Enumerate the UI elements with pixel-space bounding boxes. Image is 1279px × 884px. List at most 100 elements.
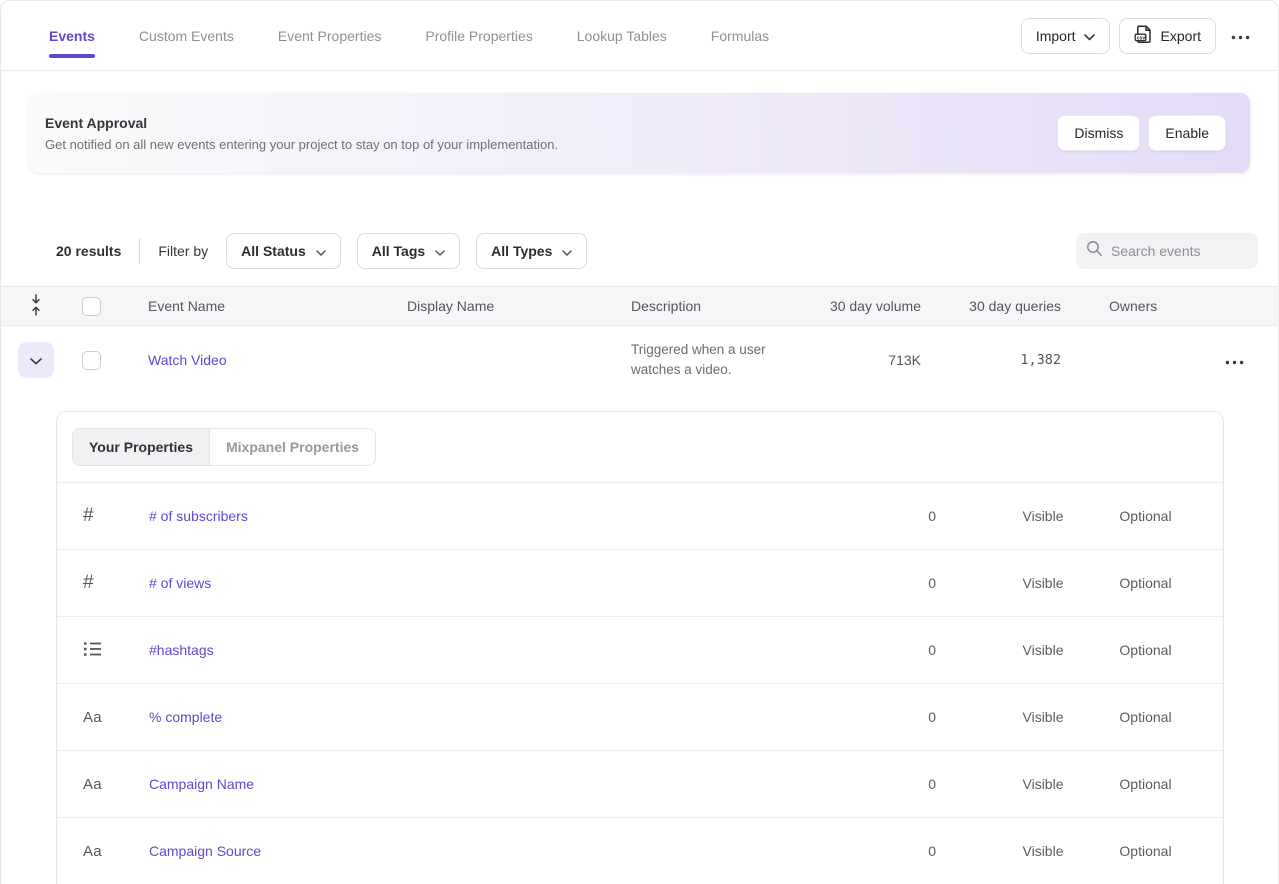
status-filter-dropdown[interactable]: All Status [226,233,341,269]
chevron-down-icon [435,243,445,259]
search-box [1076,233,1258,269]
csv-file-icon: csv [1134,24,1153,47]
chevron-down-icon [316,243,326,259]
col-description: Description [631,298,801,314]
event-approval-banner: Event Approval Get notified on all new e… [29,93,1250,173]
property-count: 0 [736,642,982,658]
import-button[interactable]: Import [1021,18,1110,54]
property-requirement: Optional [1104,508,1187,524]
property-requirement: Optional [1104,575,1187,591]
col-volume: 30 day volume [801,298,921,314]
property-count: 0 [736,508,982,524]
collapse-all-button[interactable] [1,294,71,319]
property-name-link[interactable]: Campaign Source [149,843,736,859]
property-row: Aa Campaign Source 0 Visible Optional [57,818,1223,884]
banner-title: Event Approval [45,115,1057,131]
properties-tab-group: Your Properties Mixpanel Properties [72,428,376,466]
export-label: Export [1161,28,1201,44]
property-name-link[interactable]: #hashtags [149,642,736,658]
search-icon [1086,240,1103,262]
search-input[interactable] [1111,243,1248,259]
property-requirement: Optional [1104,709,1187,725]
property-name-link[interactable]: # of views [149,575,736,591]
chevron-down-icon [1084,28,1095,44]
property-visibility: Visible [982,843,1104,859]
list-type-icon [83,641,102,660]
col-owners: Owners [1061,298,1191,314]
svg-text:csv: csv [1136,35,1145,41]
event-row-watch-video: Watch Video Triggered when a user watche… [1,326,1278,394]
property-name-link[interactable]: % complete [149,709,736,725]
property-name-link[interactable]: Campaign Name [149,776,736,792]
results-count: 20 results [56,243,121,259]
properties-panel: Your Properties Mixpanel Properties # # … [56,411,1224,884]
col-display-name: Display Name [407,298,631,314]
vertical-divider [139,238,140,264]
row-more-button[interactable] [1219,347,1250,374]
property-visibility: Visible [982,776,1104,792]
export-button[interactable]: csv Export [1119,18,1216,54]
property-count: 0 [736,575,982,591]
row-checkbox[interactable] [82,351,101,370]
nav-more-button[interactable] [1225,22,1256,49]
text-type-icon: Aa [83,709,102,726]
types-filter-dropdown[interactable]: All Types [476,233,587,269]
event-description: Triggered when a user watches a video. [631,340,801,380]
properties-tabs: Your Properties Mixpanel Properties [57,412,1223,483]
property-count: 0 [736,776,982,792]
property-row: #hashtags 0 Visible Optional [57,617,1223,684]
property-name-link[interactable]: # of subscribers [149,508,736,524]
collapse-row-button[interactable] [18,342,54,378]
tab-your-properties[interactable]: Your Properties [73,429,210,465]
filter-toolbar: 20 results Filter by All Status All Tags… [1,233,1278,269]
import-label: Import [1036,28,1076,44]
status-filter-value: All Status [241,243,306,259]
nav-tabs: Events Custom Events Event Properties Pr… [49,24,1021,48]
property-visibility: Visible [982,642,1104,658]
property-requirement: Optional [1104,776,1187,792]
nav-actions: Import csv Export [1021,18,1256,54]
top-nav: Events Custom Events Event Properties Pr… [1,1,1278,71]
number-type-icon: # [83,505,94,527]
text-type-icon: Aa [83,776,102,793]
select-all-checkbox[interactable] [82,297,101,316]
collapse-all-icon [30,294,42,319]
chevron-down-icon [30,353,42,368]
event-name-link[interactable]: Watch Video [148,352,407,368]
banner-actions: Dismiss Enable [1057,115,1226,151]
col-queries: 30 day queries [921,298,1061,314]
ellipsis-icon [1231,28,1250,43]
property-visibility: Visible [982,709,1104,725]
chevron-down-icon [562,243,572,259]
tags-filter-dropdown[interactable]: All Tags [357,233,460,269]
tab-mixpanel-properties[interactable]: Mixpanel Properties [210,429,375,465]
tab-formulas[interactable]: Formulas [711,24,769,48]
property-requirement: Optional [1104,642,1187,658]
tags-filter-value: All Tags [372,243,425,259]
property-count: 0 [736,709,982,725]
lexicon-page: Events Custom Events Event Properties Pr… [0,0,1279,884]
event-queries: 1,382 [921,352,1061,368]
ellipsis-icon [1225,353,1244,368]
property-row: Aa % complete 0 Visible Optional [57,684,1223,751]
property-requirement: Optional [1104,843,1187,859]
event-volume: 713K [801,352,921,368]
banner-text: Event Approval Get notified on all new e… [45,115,1057,152]
enable-button[interactable]: Enable [1148,115,1226,151]
tab-events[interactable]: Events [49,24,95,48]
types-filter-value: All Types [491,243,552,259]
filter-by-label: Filter by [158,243,208,259]
tab-profile-properties[interactable]: Profile Properties [425,24,532,48]
banner-description: Get notified on all new events entering … [45,137,1057,152]
table-header: Event Name Display Name Description 30 d… [1,286,1278,326]
property-row: # # of subscribers 0 Visible Optional [57,483,1223,550]
tab-lookup-tables[interactable]: Lookup Tables [577,24,667,48]
dismiss-button[interactable]: Dismiss [1057,115,1140,151]
col-event-name: Event Name [148,298,407,314]
text-type-icon: Aa [83,843,102,860]
tab-custom-events[interactable]: Custom Events [139,24,234,48]
tab-event-properties[interactable]: Event Properties [278,24,382,48]
number-type-icon: # [83,572,94,594]
property-visibility: Visible [982,508,1104,524]
property-row: # # of views 0 Visible Optional [57,550,1223,617]
